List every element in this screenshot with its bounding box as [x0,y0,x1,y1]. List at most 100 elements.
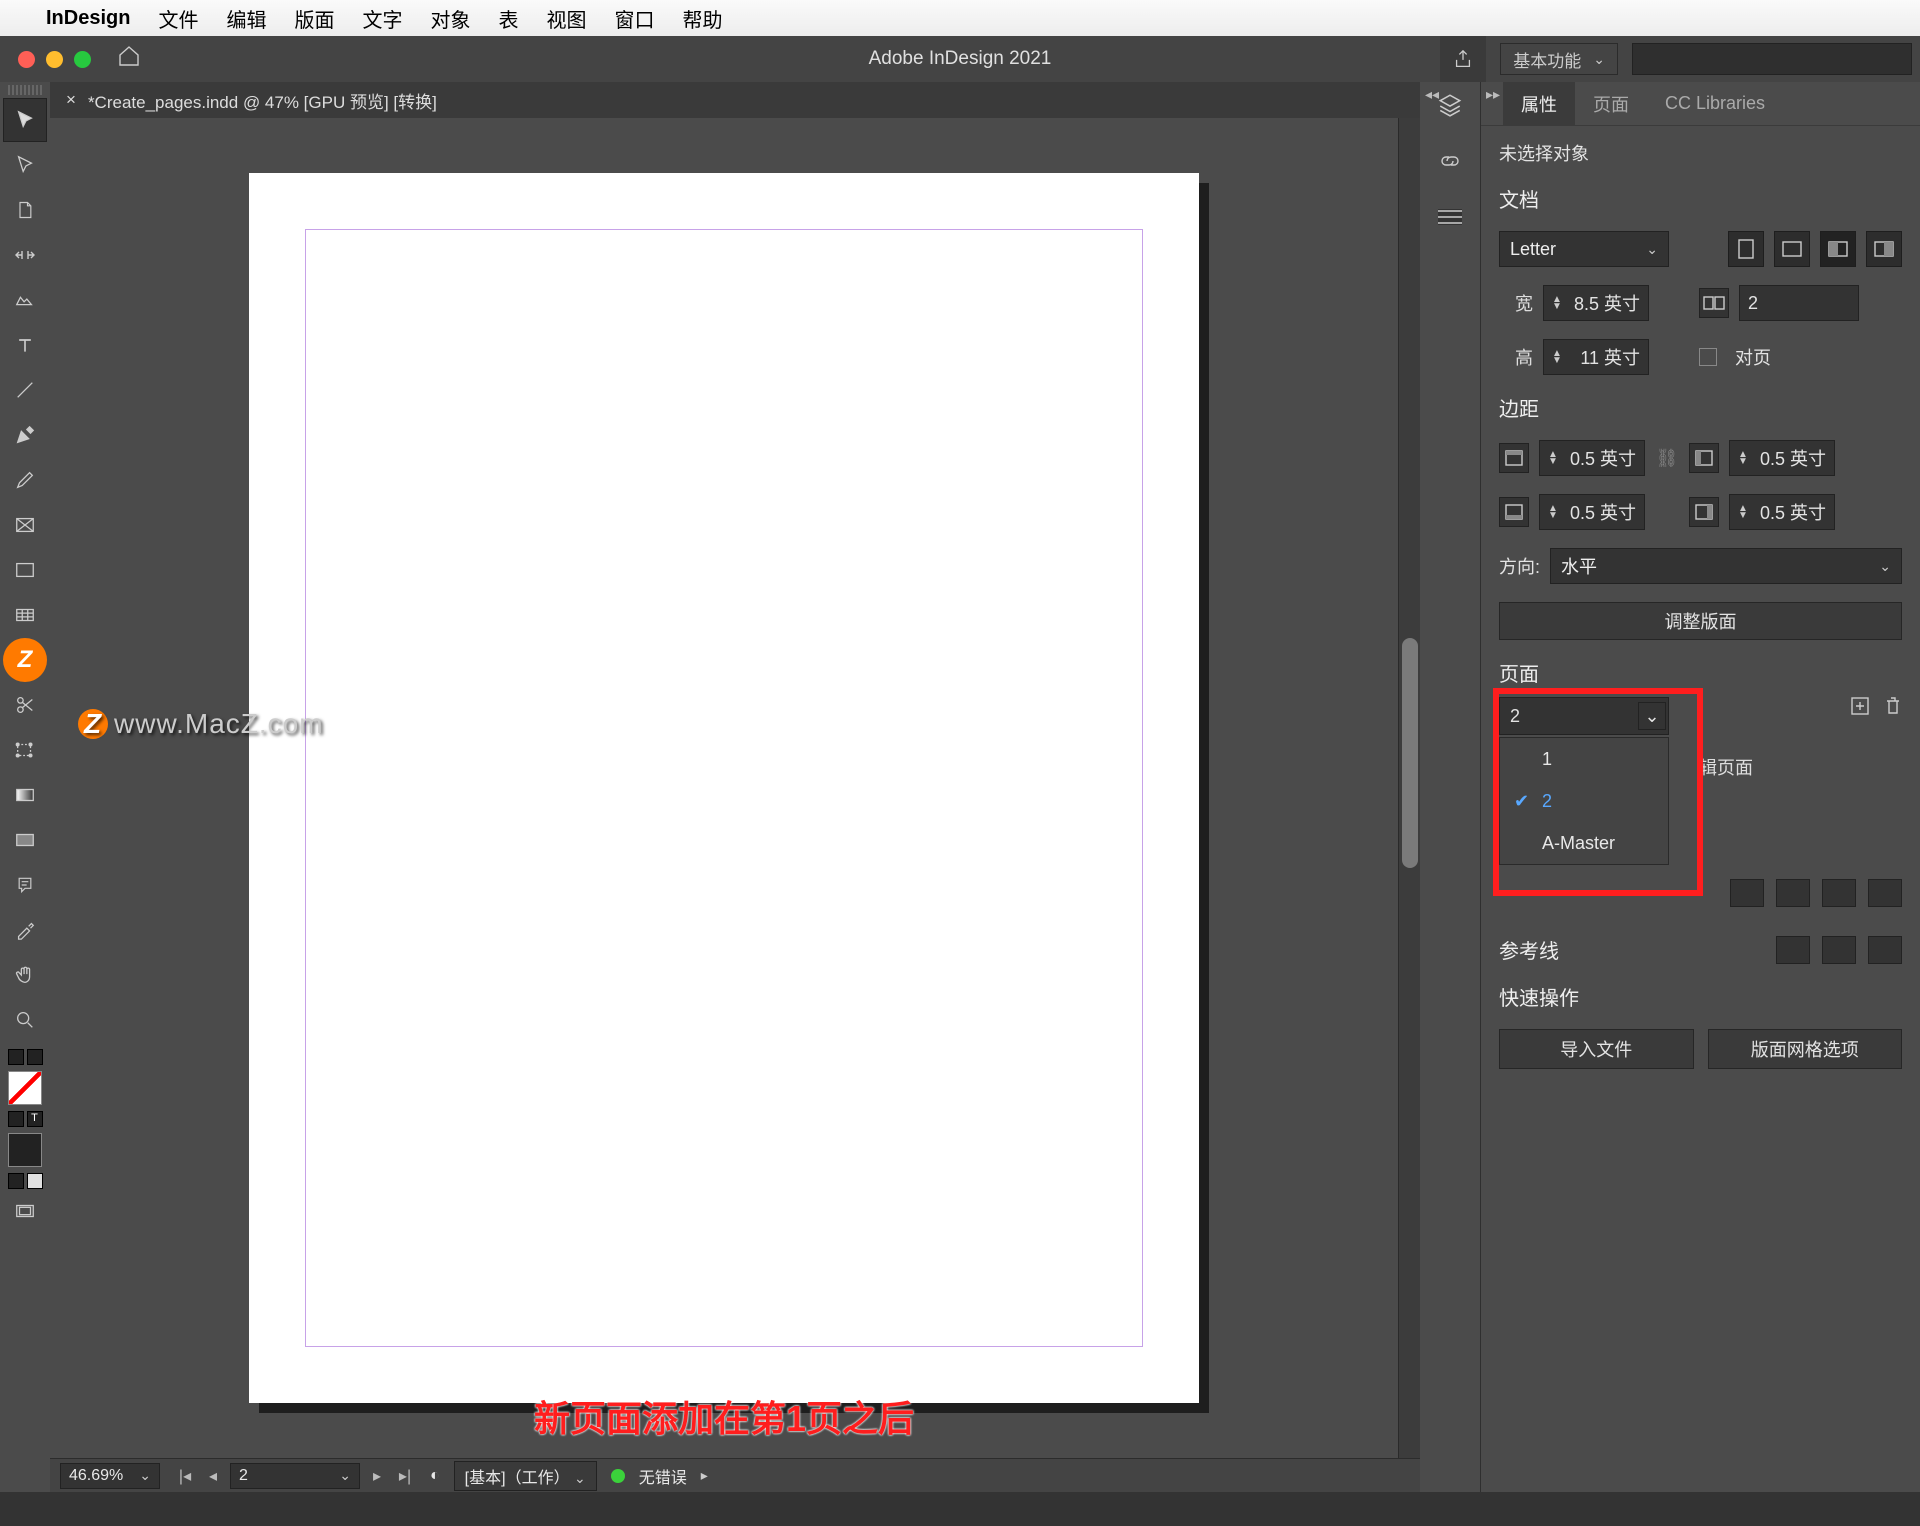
height-field[interactable]: ▲▼11 英寸 [1543,339,1649,375]
stroke-panel-icon[interactable] [1433,200,1467,234]
edit-page-label[interactable]: 辑页面 [1699,754,1753,780]
layout-grid-button[interactable]: 版面网格选项 [1708,1029,1903,1069]
tab-cc-libraries[interactable]: CC Libraries [1647,82,1783,125]
gradient-swatch-tool[interactable] [3,773,47,817]
direct-selection-tool[interactable] [3,143,47,187]
orientation-select[interactable]: 水平⌄ [1550,548,1902,584]
page-option-master[interactable]: A-Master [1500,822,1668,864]
preflight-profile[interactable]: [基本]（工作） ⌄ [454,1461,597,1491]
grid-view-1[interactable] [1730,879,1764,907]
pages-count-field[interactable]: 2 [1739,285,1859,321]
page-selector[interactable]: 2 ⌄ [1499,697,1669,735]
hand-tool[interactable] [3,953,47,997]
link-margins-icon[interactable]: ⛓ [1655,448,1679,469]
margin-right-field[interactable]: ▲▼0.5 英寸 [1729,494,1835,530]
expand-dock-icon[interactable]: ◂◂ [1420,82,1444,106]
collapse-panel-icon[interactable]: ▸▸ [1481,82,1505,106]
margin-bottom-field[interactable]: ▲▼0.5 英寸 [1539,494,1645,530]
delete-page-icon[interactable] [1884,696,1902,722]
window-minimize-button[interactable] [46,51,63,68]
tab-properties[interactable]: 属性 [1503,82,1575,125]
free-transform-tool[interactable] [3,728,47,772]
share-button[interactable] [1440,36,1486,82]
facing-pages-checkbox[interactable] [1699,348,1717,366]
binding-right-button[interactable] [1866,231,1902,267]
page-preset-select[interactable]: Letter⌄ [1499,231,1669,267]
guide-option-1[interactable] [1776,936,1810,964]
pen-tool[interactable] [3,413,47,457]
menu-object[interactable]: 对象 [430,4,470,33]
apply-to-toggle[interactable]: T [8,1111,43,1127]
margin-left-field[interactable]: ▲▼0.5 英寸 [1729,440,1835,476]
page-tool[interactable] [3,188,47,232]
menu-file[interactable]: 文件 [158,4,198,33]
vertical-scrollbar[interactable] [1398,118,1420,1458]
guide-option-3[interactable] [1868,936,1902,964]
default-fill-stroke[interactable] [8,1133,42,1167]
next-page-button[interactable]: ▸ [366,1466,388,1486]
adjust-layout-button[interactable]: 调整版面 [1499,602,1902,640]
first-page-button[interactable]: |◂ [174,1466,196,1486]
document-canvas[interactable]: Zwww.MacZ.com 新页面添加在第1页之后 [50,118,1398,1458]
scrollbar-thumb[interactable] [1402,638,1418,868]
grid-view-3[interactable] [1822,879,1856,907]
prev-page-button[interactable]: ◂ [202,1466,224,1486]
menu-edit[interactable]: 编辑 [226,4,266,33]
document-tab[interactable]: × *Create_pages.indd @ 47% [GPU 预览] [转换] [50,82,1420,118]
margin-top-field[interactable]: ▲▼0.5 英寸 [1539,440,1645,476]
search-field[interactable] [1632,43,1912,75]
grid-tool[interactable] [3,593,47,637]
zoom-level-field[interactable]: 46.69%⌄ [60,1463,160,1489]
preflight-status-label[interactable]: 无错误 [639,1464,687,1488]
window-zoom-button[interactable] [74,51,91,68]
note-tool[interactable] [3,863,47,907]
page-number-field[interactable]: 2⌄ [230,1463,360,1489]
fill-stroke-toggle[interactable] [8,1049,43,1065]
chevron-down-icon: ⌄ [1638,702,1666,730]
width-field[interactable]: ▲▼8.5 英寸 [1543,285,1649,321]
grid-view-4[interactable] [1868,879,1902,907]
gap-tool[interactable] [3,233,47,277]
guide-option-2[interactable] [1822,936,1856,964]
orientation-portrait-button[interactable] [1728,231,1764,267]
menu-table[interactable]: 表 [498,4,518,33]
type-tool[interactable] [3,323,47,367]
pencil-tool[interactable] [3,458,47,502]
tab-pages[interactable]: 页面 [1575,82,1647,125]
tab-close-icon[interactable]: × [66,90,76,110]
rectangle-frame-tool[interactable] [3,503,47,547]
grid-view-2[interactable] [1776,879,1810,907]
selection-tool[interactable] [3,98,47,142]
workspace-switcher[interactable]: 基本功能 ⌄ [1500,43,1618,75]
page-option-1[interactable]: 1 [1500,738,1668,780]
menu-window[interactable]: 窗口 [614,4,654,33]
scissors-tool[interactable] [3,683,47,727]
last-page-button[interactable]: ▸| [394,1466,416,1486]
zoom-tool[interactable] [3,998,47,1042]
gradient-feather-tool[interactable] [3,818,47,862]
import-file-button[interactable]: 导入文件 [1499,1029,1694,1069]
orientation-landscape-button[interactable] [1774,231,1810,267]
binding-left-button[interactable] [1820,231,1856,267]
screen-mode-tool[interactable] [3,1189,47,1233]
home-icon[interactable] [117,44,141,74]
eyedropper-tool[interactable] [3,908,47,952]
new-page-icon[interactable] [1850,696,1870,722]
page-option-2[interactable]: ✔2 [1500,780,1668,822]
menu-view[interactable]: 视图 [546,4,586,33]
preflight-menu-chevron[interactable]: ▸ [701,1467,708,1484]
view-mode-toggle[interactable] [8,1173,43,1189]
line-tool[interactable] [3,368,47,412]
window-close-button[interactable] [18,51,35,68]
menu-help[interactable]: 帮助 [682,4,722,33]
links-panel-icon[interactable] [1433,144,1467,178]
content-collector-tool[interactable] [3,278,47,322]
app-menu[interactable]: InDesign [46,7,130,30]
rectangle-tool[interactable] [3,548,47,592]
panel-grip[interactable] [8,85,42,95]
fill-stroke-swatch[interactable] [8,1071,42,1105]
menu-layout[interactable]: 版面 [294,4,334,33]
open-preflight-icon[interactable]: ◐ [430,1467,440,1485]
menu-type[interactable]: 文字 [362,4,402,33]
watermark-z: Z [3,638,47,682]
